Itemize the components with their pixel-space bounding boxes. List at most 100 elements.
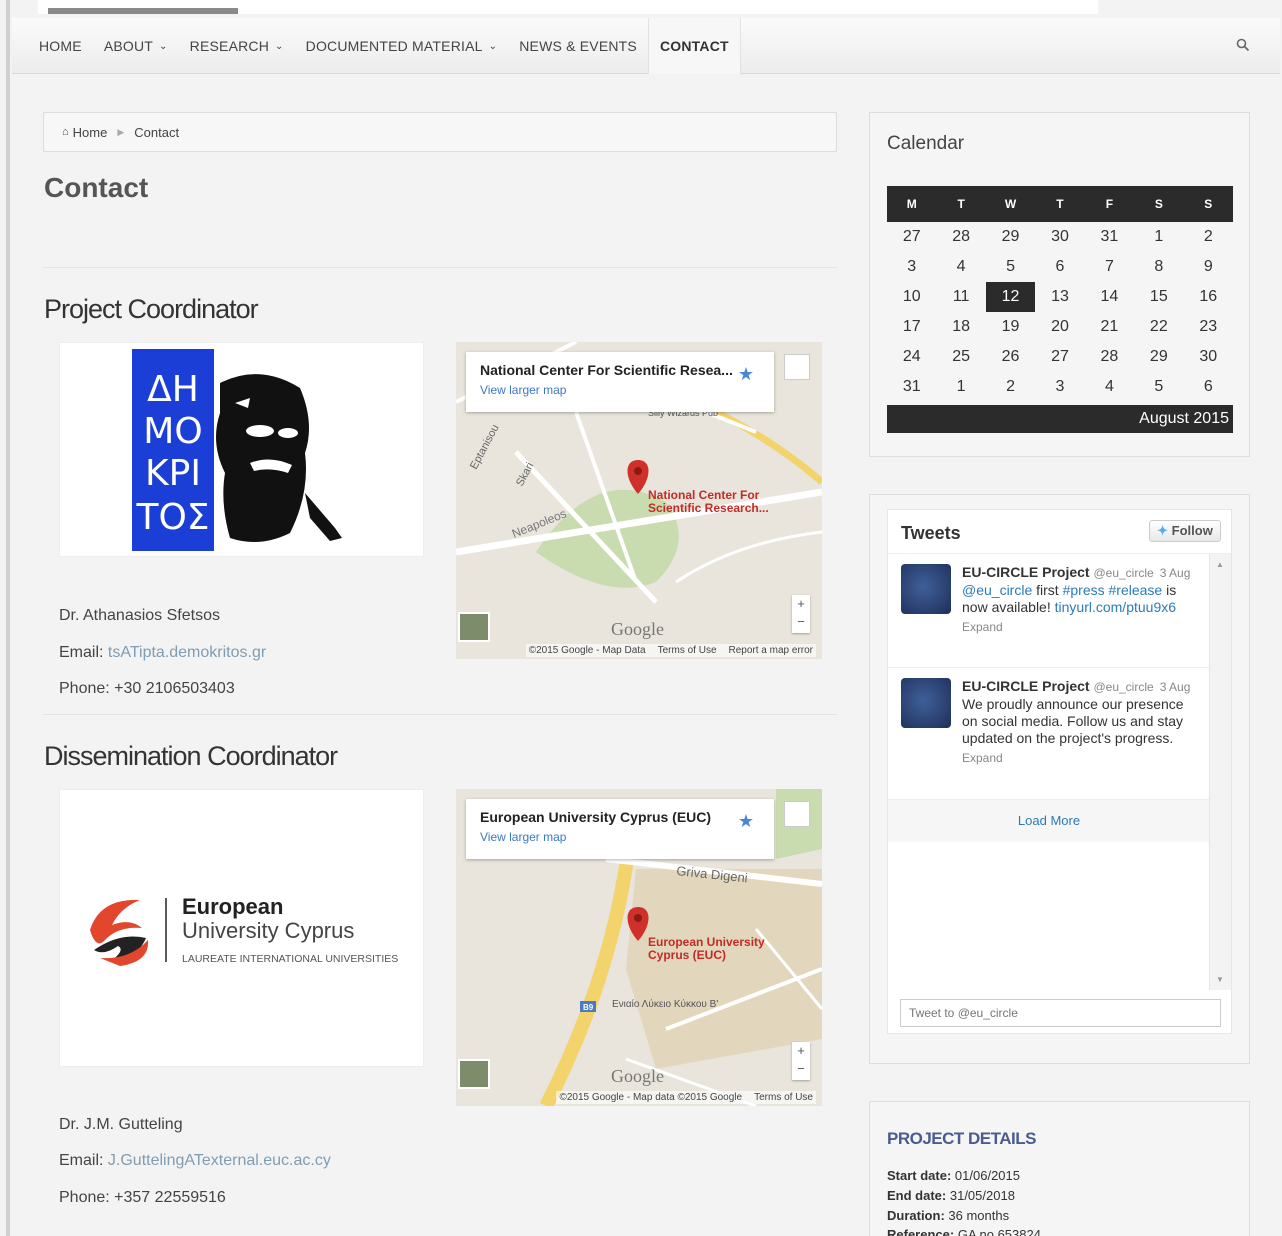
- calendar-day[interactable]: 29: [986, 222, 1035, 252]
- google-logo: Google: [611, 619, 664, 639]
- calendar-day[interactable]: 28: [1085, 342, 1134, 372]
- calendar-day[interactable]: 4: [1085, 372, 1134, 402]
- terms-link[interactable]: Terms of Use: [754, 1092, 813, 1103]
- calendar-day[interactable]: 3: [1035, 372, 1084, 402]
- calendar-day[interactable]: 18: [936, 312, 985, 342]
- calendar-day[interactable]: 6: [1035, 252, 1084, 282]
- breadcrumb-separator-icon: ▶: [117, 126, 125, 137]
- calendar-day[interactable]: 25: [936, 342, 985, 372]
- calendar-day[interactable]: 9: [1184, 252, 1233, 282]
- follow-button[interactable]: ✦ Follow: [1149, 520, 1221, 542]
- calendar-day[interactable]: 19: [986, 312, 1035, 342]
- dissemination-email-link[interactable]: J.GuttelingATexternal.euc.ac.cy: [108, 1152, 331, 1169]
- tweet-date[interactable]: 3 Aug: [1160, 566, 1191, 580]
- calendar-day[interactable]: 21: [1085, 312, 1134, 342]
- calendar-day[interactable]: 5: [986, 252, 1035, 282]
- tweet-author[interactable]: EU-CIRCLE Project: [962, 678, 1090, 694]
- calendar-day[interactable]: 17: [887, 312, 936, 342]
- tweet-handle[interactable]: @eu_circle: [1093, 680, 1153, 694]
- coordinator-email-link[interactable]: tsATipta.demokritos.gr: [108, 644, 266, 661]
- calendar-day[interactable]: 5: [1134, 372, 1183, 402]
- satellite-toggle[interactable]: [458, 612, 490, 642]
- save-star-icon[interactable]: ★: [738, 364, 754, 385]
- calendar-day[interactable]: 15: [1134, 282, 1183, 312]
- calendar-day[interactable]: 12: [985, 282, 1036, 312]
- breadcrumb-home-link[interactable]: Home: [73, 125, 108, 140]
- view-larger-map-link[interactable]: View larger map: [480, 383, 760, 397]
- coordinator-email: Email: tsATipta.demokritos.gr: [59, 644, 267, 661]
- calendar-day[interactable]: 14: [1085, 282, 1134, 312]
- map-zoom-control[interactable]: + −: [792, 1042, 810, 1080]
- demokritos-logo-card: ΔΗ ΜΟ ΚΡΙ ΤΟΣ: [59, 342, 424, 557]
- weekday-header: W: [985, 186, 1036, 222]
- coordinator-name: Dr. Athanasios Sfetsos: [59, 607, 220, 624]
- nav-item-research[interactable]: RESEARCH ⌄: [179, 18, 295, 74]
- calendar-day[interactable]: 2: [986, 372, 1035, 402]
- nav-item-home[interactable]: HOME: [28, 18, 93, 74]
- tweet-expand-link[interactable]: Expand: [962, 750, 1202, 767]
- calendar-day[interactable]: 7: [1085, 252, 1134, 282]
- calendar-day[interactable]: 29: [1134, 342, 1183, 372]
- zoom-out-icon[interactable]: −: [792, 613, 810, 631]
- map-embed-euc[interactable]: Griva Digeni Ενιαίο Λύκειο Κύκκου Β' B9 …: [456, 789, 822, 1106]
- tweets-scrollbar[interactable]: ▲ ▼: [1209, 554, 1231, 990]
- load-more-button[interactable]: Load More: [888, 800, 1210, 842]
- calendar-day[interactable]: 8: [1134, 252, 1183, 282]
- eu-circle-avatar[interactable]: [901, 564, 951, 614]
- calendar-day[interactable]: 30: [1035, 222, 1084, 252]
- tweet-item[interactable]: EU-CIRCLE Project @eu_circle 3 Aug We pro…: [888, 668, 1231, 800]
- calendar-day[interactable]: 3: [887, 252, 936, 282]
- nav-item-news-events[interactable]: NEWS & EVENTS: [508, 18, 648, 74]
- calendar-day[interactable]: 27: [1035, 342, 1084, 372]
- calendar-day[interactable]: 24: [887, 342, 936, 372]
- chevron-down-icon: ⌄: [275, 40, 284, 52]
- calendar-day[interactable]: 1: [936, 372, 985, 402]
- nav-label: HOME: [39, 38, 82, 54]
- tweet-author[interactable]: EU-CIRCLE Project: [962, 564, 1090, 580]
- tweet-item[interactable]: EU-CIRCLE Project @eu_circle 3 Aug @eu_ci…: [888, 554, 1231, 668]
- scroll-up-icon[interactable]: ▲: [1216, 560, 1224, 569]
- calendar-day[interactable]: 20: [1035, 312, 1084, 342]
- calendar-day[interactable]: 1: [1134, 222, 1183, 252]
- calendar-day[interactable]: 31: [1085, 222, 1134, 252]
- scroll-down-icon[interactable]: ▼: [1216, 975, 1224, 984]
- map-embed-ncsr[interactable]: Eptanisou Skari Neapoleos Silly Wizards …: [456, 342, 822, 659]
- calendar-day[interactable]: 22: [1134, 312, 1183, 342]
- map-zoom-control[interactable]: + −: [792, 595, 810, 633]
- zoom-in-icon[interactable]: +: [792, 595, 810, 613]
- view-larger-map-link[interactable]: View larger map: [480, 830, 760, 844]
- nav-item-about[interactable]: ABOUT ⌄: [93, 18, 179, 74]
- calendar-day[interactable]: 2: [1184, 222, 1233, 252]
- calendar-day[interactable]: 6: [1184, 372, 1233, 402]
- svg-text:B9: B9: [583, 1003, 594, 1012]
- zoom-out-icon[interactable]: −: [792, 1060, 810, 1078]
- search-icon[interactable]: [1236, 38, 1250, 52]
- calendar-day[interactable]: 30: [1184, 342, 1233, 372]
- eu-circle-avatar[interactable]: [901, 678, 951, 728]
- report-error-link[interactable]: Report a map error: [729, 645, 813, 656]
- tweet-expand-link[interactable]: Expand: [962, 619, 1202, 636]
- user-avatar-icon[interactable]: [784, 801, 810, 827]
- calendar-day[interactable]: 4: [936, 252, 985, 282]
- calendar-day[interactable]: 31: [887, 372, 936, 402]
- nav-item-documented-material[interactable]: DOCUMENTED MATERIAL ⌄: [295, 18, 509, 74]
- calendar-day[interactable]: 11: [936, 282, 985, 312]
- calendar-day[interactable]: 10: [887, 282, 936, 312]
- calendar-day[interactable]: 28: [936, 222, 985, 252]
- user-avatar-icon[interactable]: [784, 354, 810, 380]
- divider: [43, 267, 837, 268]
- tweet-handle[interactable]: @eu_circle: [1093, 566, 1153, 580]
- calendar-day[interactable]: 23: [1184, 312, 1233, 342]
- save-star-icon[interactable]: ★: [738, 811, 754, 832]
- tweet-date[interactable]: 3 Aug: [1160, 680, 1191, 694]
- calendar-day[interactable]: 13: [1035, 282, 1084, 312]
- terms-link[interactable]: Terms of Use: [658, 645, 717, 656]
- satellite-toggle[interactable]: [458, 1059, 490, 1089]
- nav-item-contact[interactable]: CONTACT: [647, 18, 741, 74]
- tweet-to-input[interactable]: [900, 999, 1221, 1027]
- zoom-in-icon[interactable]: +: [792, 1042, 810, 1060]
- calendar-day[interactable]: 27: [887, 222, 936, 252]
- calendar-day[interactable]: 26: [986, 342, 1035, 372]
- calendar-day[interactable]: 16: [1184, 282, 1233, 312]
- start-date: Start date: 01/06/2015: [887, 1168, 1020, 1183]
